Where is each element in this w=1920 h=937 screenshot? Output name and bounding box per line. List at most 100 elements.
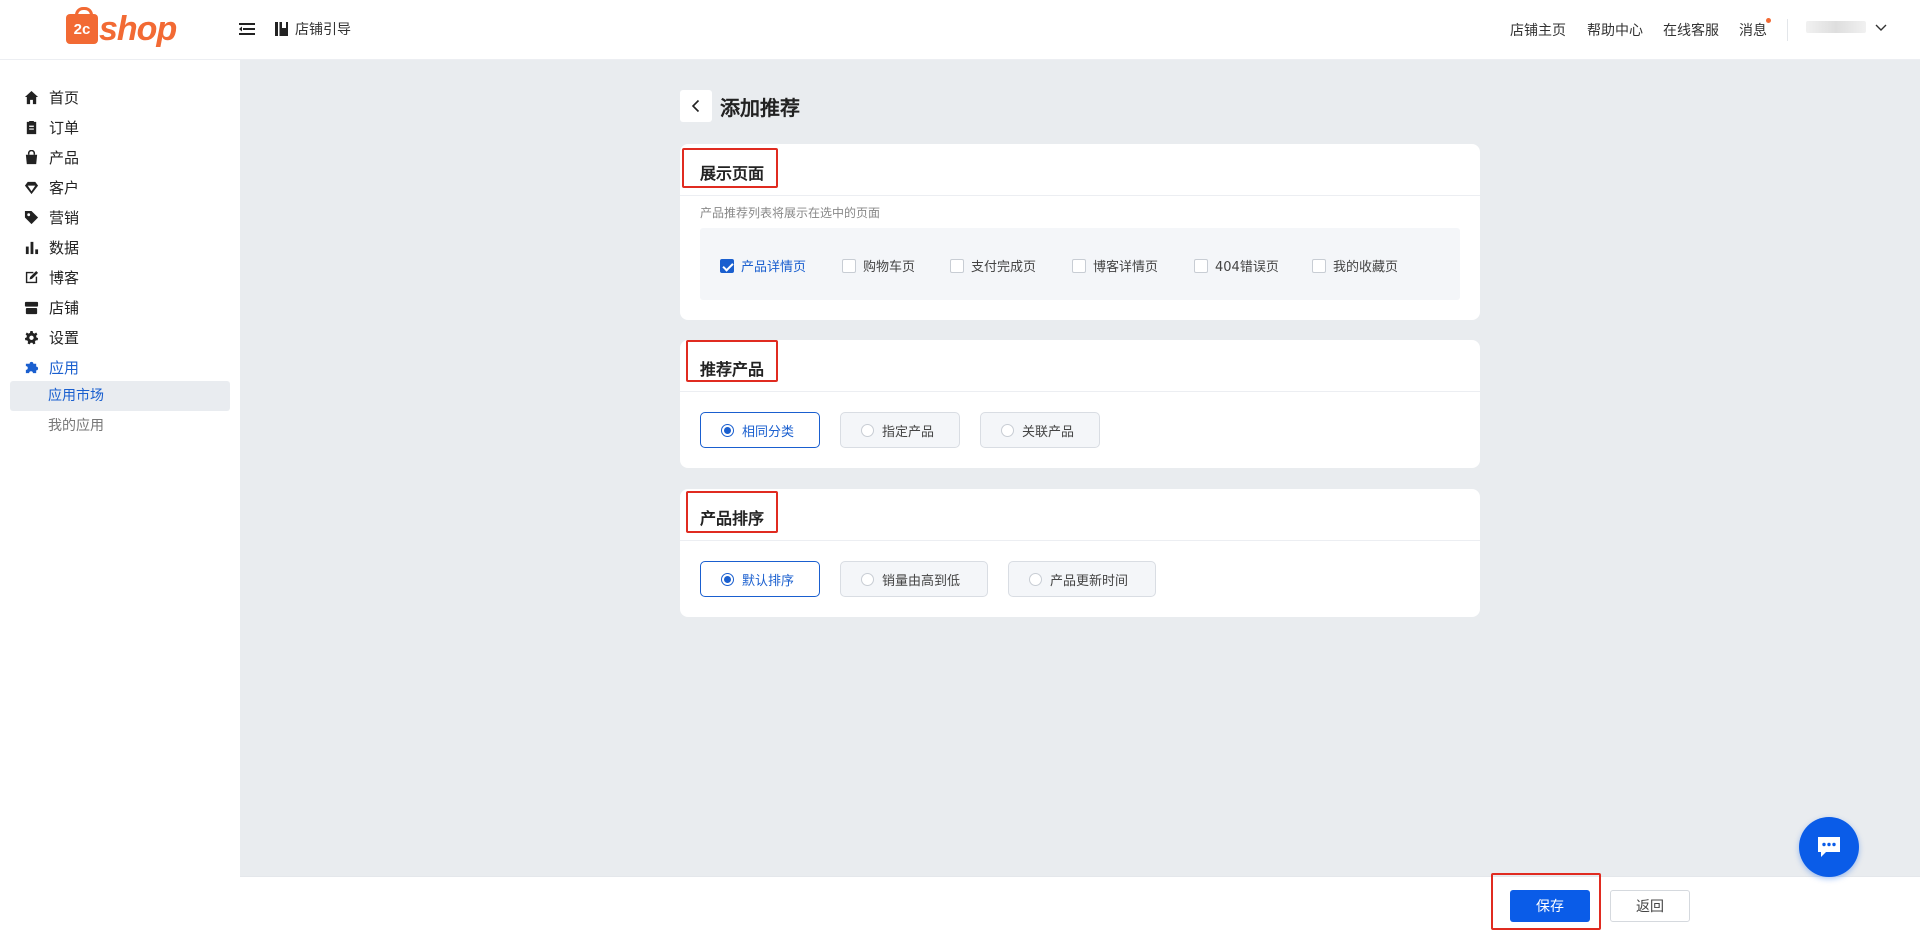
display-pages-hint: 产品推荐列表将展示在选中的页面 [700,206,881,220]
radio-updated-time[interactable]: 产品更新时间 [1008,561,1156,597]
top-bar: 2c shop 店铺引导 店铺主页 帮助中心 在线客服 消息 [0,0,1920,60]
checkbox-payment-complete[interactable]: 支付完成页 [950,256,1036,275]
radio-same-category[interactable]: 相同分类 [700,412,820,448]
top-divider [1787,19,1788,41]
radio-label: 产品更新时间 [1050,573,1129,589]
sidebar-item-label: 客户 [49,178,80,197]
store-guide-label: 店铺引导 [295,22,351,38]
sidebar-item-settings[interactable]: 设置 [24,325,79,349]
return-button[interactable]: 返回 [1610,890,1690,922]
tag-icon [24,210,39,224]
radio-label: 销量由高到低 [882,573,961,589]
menu-toggle-icon[interactable] [238,20,256,38]
recommend-products-title: 推荐产品 [700,360,765,379]
sidebar-item-orders[interactable]: 订单 [24,115,79,139]
checkbox-box [842,258,856,273]
sidebar-item-label: 数据 [49,238,80,257]
messages-link[interactable]: 消息 [1739,18,1771,40]
checkbox-box [720,258,734,273]
checkbox-box [950,258,964,273]
masked-username [1806,21,1866,33]
help-center-link[interactable]: 帮助中心 [1587,20,1643,40]
sidebar-item-label: 设置 [49,328,80,347]
sidebar-item-label: 博客 [49,268,80,287]
gear-icon [24,330,39,344]
chevron-down-icon [1875,24,1887,31]
radio-dot [721,572,734,586]
card-header: 推荐产品 [680,340,1480,392]
recommend-products-card: 推荐产品 相同分类 指定产品 关联产品 [680,340,1480,468]
sidebar-item-data[interactable]: 数据 [24,235,79,259]
bag-icon [25,149,38,164]
card-header: 产品排序 [680,489,1480,541]
display-pages-title: 展示页面 [700,164,765,183]
book-icon [275,22,288,36]
sidebar-subitem-my-apps[interactable]: 我的应用 [10,411,230,441]
checkbox-box [1312,258,1326,273]
sidebar-item-blog[interactable]: 博客 [24,265,79,289]
sidebar-item-apps[interactable]: 应用 [24,355,79,379]
radio-dot [861,423,874,437]
sidebar-subitem-app-market[interactable]: 应用市场 [10,381,230,411]
radio-specified-products[interactable]: 指定产品 [840,412,960,448]
diamond-icon [24,181,39,194]
checkbox-box [1194,258,1208,273]
checkbox-label: 产品详情页 [741,260,807,275]
checkbox-label: 支付完成页 [971,260,1037,275]
puzzle-icon [25,361,39,373]
store-guide-link[interactable]: 店铺引导 [274,19,351,39]
page-title: 添加推荐 [720,96,800,120]
store-icon [24,301,39,314]
radio-dot [721,423,734,437]
radio-dot [1001,423,1014,437]
radio-default-sort[interactable]: 默认排序 [700,561,820,597]
checkbox-label: 购物车页 [863,260,916,275]
sidebar-item-store[interactable]: 店铺 [24,295,79,319]
sidebar-item-home[interactable]: 首页 [24,85,79,109]
radio-label: 指定产品 [882,424,935,440]
checkbox-favorites[interactable]: 我的收藏页 [1312,256,1398,275]
sidebar-item-label: 应用 [49,358,80,377]
logo-text: shop [99,10,177,48]
chevron-left-icon [691,99,700,113]
logo-bag-icon: 2c [66,7,98,44]
radio-dot [1029,572,1042,586]
messages-label: 消息 [1739,23,1767,39]
checkbox-blog-detail[interactable]: 博客详情页 [1072,256,1158,275]
sidebar-item-customers[interactable]: 客户 [24,175,79,199]
online-service-link[interactable]: 在线客服 [1663,20,1719,40]
store-home-link[interactable]: 店铺主页 [1510,20,1566,40]
checkbox-cart[interactable]: 购物车页 [842,256,915,275]
back-button[interactable] [680,90,712,122]
checkbox-404[interactable]: 404错误页 [1194,256,1279,275]
radio-label: 默认排序 [742,573,795,589]
brand-logo[interactable]: 2c shop [66,7,177,48]
save-button[interactable]: 保存 [1510,890,1590,922]
recommend-options: 相同分类 指定产品 关联产品 [680,392,1480,468]
radio-label: 相同分类 [742,424,795,440]
sidebar-item-marketing[interactable]: 营销 [24,205,79,229]
checkbox-label: 404错误页 [1215,260,1279,275]
product-sort-card: 产品排序 默认排序 销量由高到低 产品更新时间 [680,489,1480,617]
chat-button[interactable] [1799,817,1859,877]
checkbox-product-detail[interactable]: 产品详情页 [720,256,806,275]
sort-options: 默认排序 销量由高到低 产品更新时间 [680,541,1480,617]
edit-icon [25,270,39,283]
radio-dot [861,572,874,586]
sidebar-item-products[interactable]: 产品 [24,145,79,169]
radio-related-products[interactable]: 关联产品 [980,412,1100,448]
unread-dot [1766,18,1771,23]
sidebar: 首页 订单 产品 客户 营销 数据 博客 店铺 设置 应用 应用市场 我的应用 [0,60,240,937]
display-pages-options: 产品详情页 购物车页 支付完成页 博客详情页 404错误页 我的收藏页 [700,228,1460,300]
sidebar-item-label: 营销 [49,208,80,227]
checkbox-label: 博客详情页 [1093,260,1159,275]
order-icon [26,120,37,134]
sidebar-item-label: 产品 [49,148,80,167]
bar-chart-icon [25,241,39,254]
display-pages-card: 展示页面 产品推荐列表将展示在选中的页面 产品详情页 购物车页 支付完成页 博客… [680,144,1480,320]
product-sort-title: 产品排序 [700,509,765,528]
user-menu[interactable] [1806,20,1888,34]
checkbox-box [1072,258,1086,273]
radio-sales-desc[interactable]: 销量由高到低 [840,561,988,597]
sidebar-item-label: 首页 [49,88,80,107]
